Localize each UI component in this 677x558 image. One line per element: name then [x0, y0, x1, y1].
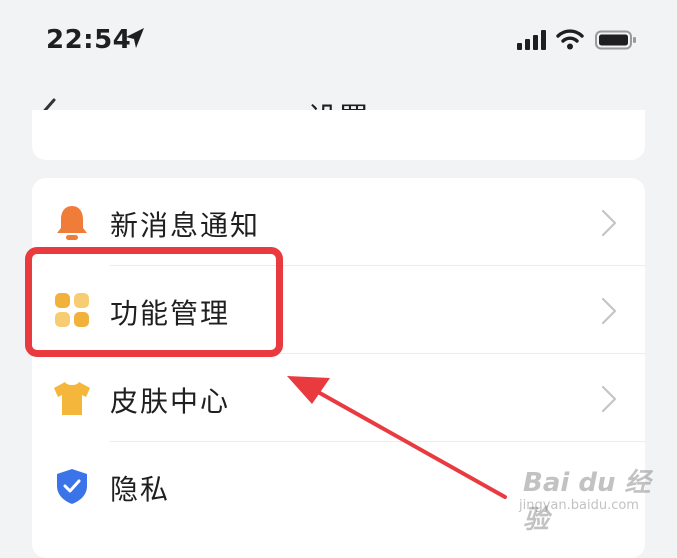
wifi-icon	[556, 29, 584, 50]
battery-icon	[595, 30, 636, 50]
settings-item-label: 皮肤中心	[110, 385, 231, 418]
settings-item-label: 隐私	[110, 473, 171, 506]
shield-check-icon	[57, 469, 87, 504]
status-time: 22:54	[46, 25, 132, 55]
settings-item-skin-center[interactable]: 皮肤中心	[32, 354, 645, 442]
grid-icon	[55, 293, 89, 327]
bell-icon	[57, 206, 87, 240]
settings-item-label: 功能管理	[110, 297, 231, 330]
settings-item-notifications[interactable]: 新消息通知	[32, 178, 645, 266]
location-arrow-icon	[126, 28, 144, 48]
settings-item-feature-management[interactable]: 功能管理	[32, 266, 645, 354]
settings-group-previous	[32, 110, 645, 160]
tshirt-icon	[54, 382, 90, 415]
chevron-right-icon	[601, 385, 617, 413]
chevron-right-icon	[601, 209, 617, 237]
cellular-signal-icon	[517, 30, 546, 50]
settings-item-privacy[interactable]: 隐私	[32, 442, 645, 530]
settings-group: 新消息通知 功能管理 皮肤中心 隐私	[32, 178, 645, 558]
chevron-right-icon	[601, 297, 617, 325]
status-bar: 22:54	[0, 0, 677, 80]
settings-item-label: 新消息通知	[110, 209, 261, 242]
